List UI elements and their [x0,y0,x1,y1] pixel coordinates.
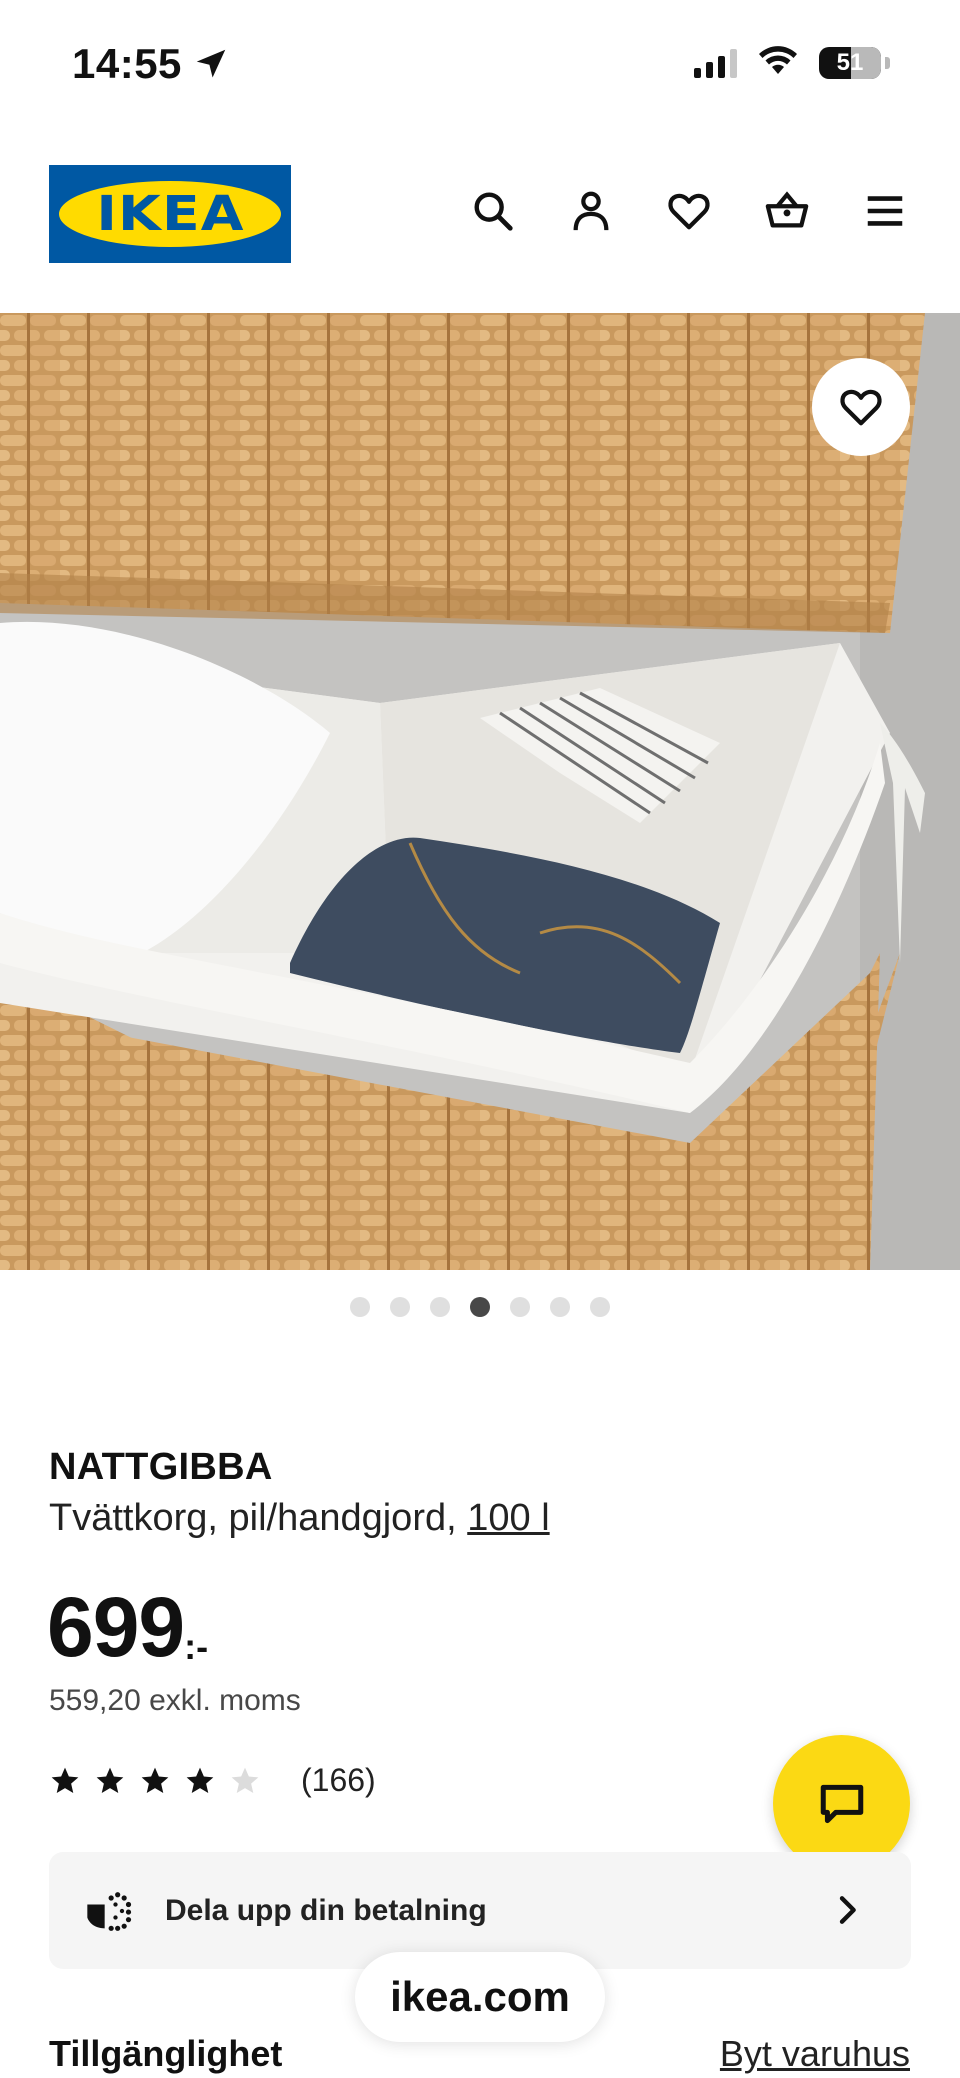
browser-url-bar[interactable]: ikea.com [355,1952,605,2042]
gallery-dot[interactable] [590,1297,610,1317]
heart-icon [668,193,710,230]
site-header: IKEA [0,160,960,270]
menu-button[interactable] [862,188,908,234]
ikea-logo[interactable]: IKEA [49,165,291,263]
availability-heading: Tillgänglighet [49,2033,283,2074]
wishlist-button[interactable] [666,188,712,234]
change-store-link[interactable]: Byt varuhus [720,2033,910,2075]
profile-icon [573,191,609,231]
gallery-dot[interactable] [430,1297,450,1317]
gallery-dots [0,1297,960,1317]
product-type: Tvättkorg, pil/handgjord, [49,1497,468,1539]
basket-icon [765,191,809,228]
time-text: 14:55 [72,40,182,87]
search-icon [474,192,513,231]
chevron-right-icon [839,1896,856,1924]
product-name: NATTGIBBA [49,1446,273,1488]
gallery-dot[interactable] [390,1297,410,1317]
gallery-dot[interactable] [550,1297,570,1317]
basket-button[interactable] [764,188,810,234]
product-price: 699 :- [47,1582,208,1672]
star-filled-icon [96,1767,124,1793]
star-filled-icon [186,1767,214,1793]
logo-text: IKEA [95,186,245,242]
product-description: Tvättkorg, pil/handgjord, 100 l [49,1497,550,1540]
split-payment-label: Dela upp din betalning [165,1893,487,1927]
signal-icon [694,48,737,78]
search-button[interactable] [470,188,516,234]
status-indicators: 51 [694,44,890,81]
star-filled-icon [141,1767,169,1793]
price-excl-vat: 559,20 exkl. moms [49,1684,301,1717]
price-suffix: :- [184,1626,209,1667]
profile-button[interactable] [568,188,614,234]
status-bar: 14:55 51 [0,0,960,130]
heart-icon [840,389,882,426]
product-rating[interactable]: (166) [49,1762,376,1799]
product-volume-link[interactable]: 100 l [467,1497,549,1539]
rating-stars [49,1765,261,1797]
header-actions [470,188,908,234]
battery-level: 51 [836,48,864,76]
gallery-dot[interactable] [470,1297,490,1317]
location-arrow-icon [196,49,226,78]
price-value: 699 [47,1580,185,1674]
image-favorite-button[interactable] [812,358,910,456]
chat-icon [820,1784,863,1823]
menu-icon [867,196,903,226]
gallery-dot[interactable] [350,1297,370,1317]
rating-count: (166) [301,1762,376,1798]
product-image[interactable] [0,313,960,1270]
gallery-dot[interactable] [510,1297,530,1317]
wifi-icon [757,44,799,81]
payment-split-icon [87,1891,132,1931]
star-empty-icon [231,1767,259,1793]
star-filled-icon [51,1767,79,1793]
product-photo [0,313,960,1270]
battery-icon: 51 [819,46,881,79]
status-time: 14:55 [72,40,230,88]
